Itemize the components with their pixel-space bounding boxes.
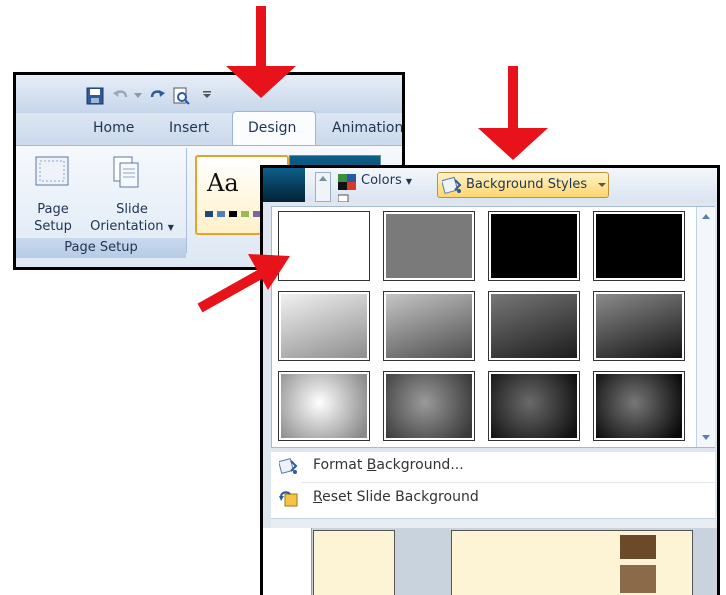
- paint-bucket-icon: [442, 176, 462, 194]
- colors-icon[interactable]: [338, 174, 356, 190]
- chevron-down-icon: [598, 183, 606, 187]
- background-style-swatch[interactable]: [488, 211, 580, 281]
- chevron-down-icon: ▼: [167, 223, 174, 232]
- tab-insert[interactable]: Insert: [169, 120, 209, 136]
- save-icon[interactable]: [86, 87, 104, 105]
- background-style-swatch[interactable]: [278, 371, 370, 441]
- colors-label: Colors: [361, 173, 402, 188]
- slide-thumbnail-main[interactable]: [451, 530, 693, 595]
- background-styles-panel: Colors ▼ Background Styles Format Backgr…: [260, 165, 720, 595]
- background-style-swatch[interactable]: [593, 211, 685, 281]
- colors-button[interactable]: Colors ▼: [361, 173, 412, 188]
- undo-icon[interactable]: [112, 87, 130, 105]
- background-style-swatch[interactable]: [383, 291, 475, 361]
- slide-image: [620, 565, 656, 593]
- page-setup-label-line2: Setup: [34, 219, 72, 234]
- tab-home[interactable]: Home: [93, 120, 134, 136]
- undo-dropdown-icon[interactable]: [134, 93, 142, 99]
- themes-scroll-button[interactable]: [315, 172, 331, 202]
- reset-slide-background-label: Reset Slide Background: [313, 489, 479, 505]
- format-background-icon: [279, 458, 298, 474]
- background-style-swatch[interactable]: [488, 291, 580, 361]
- reset-slide-background-item[interactable]: Reset Slide Background: [271, 484, 715, 512]
- background-style-swatch[interactable]: [593, 291, 685, 361]
- page-setup-icon[interactable]: [34, 155, 70, 187]
- menu-separator: [301, 482, 715, 483]
- redo-icon[interactable]: [148, 87, 166, 105]
- scroll-up-icon[interactable]: [702, 214, 710, 219]
- tab-design[interactable]: Design: [248, 120, 296, 136]
- background-styles-gallery: [271, 206, 715, 448]
- background-style-swatch[interactable]: [278, 211, 370, 281]
- print-preview-icon[interactable]: [172, 87, 190, 105]
- chevron-up-icon: [319, 176, 327, 181]
- theme-sample-text: Aa: [207, 169, 239, 197]
- slide-orientation-label-line2: Orientation ▼: [90, 219, 174, 234]
- customize-toolbar-icon[interactable]: [202, 89, 212, 99]
- swatch-grid: [272, 207, 696, 447]
- slide-orientation-button[interactable]: Slide Orientation ▼: [82, 201, 182, 236]
- reset-background-icon: [279, 491, 298, 507]
- background-style-swatch[interactable]: [278, 291, 370, 361]
- background-styles-button[interactable]: Background Styles: [437, 172, 609, 198]
- page-setup-button[interactable]: Page Setup: [26, 201, 80, 235]
- slide-thumbnail[interactable]: [313, 530, 395, 595]
- background-style-swatch[interactable]: [488, 371, 580, 441]
- gallery-scrollbar[interactable]: [696, 207, 715, 447]
- background-style-swatch[interactable]: [383, 371, 475, 441]
- background-style-swatch[interactable]: [383, 211, 475, 281]
- page-setup-group-label: Page Setup: [64, 240, 138, 255]
- background-style-swatch[interactable]: [593, 371, 685, 441]
- chevron-down-icon: ▼: [405, 177, 413, 186]
- theme-dark-partial[interactable]: [263, 168, 305, 202]
- background-styles-label: Background Styles: [466, 177, 588, 192]
- slide-image: [620, 535, 656, 559]
- arrow-down-background-styles: [478, 66, 548, 160]
- fonts-icon-partial: [338, 194, 349, 202]
- slides-area: [263, 528, 717, 595]
- page-setup-label-line1: Page: [37, 202, 69, 217]
- scroll-down-icon[interactable]: [702, 435, 710, 440]
- slide-list-strip: [263, 528, 312, 595]
- format-background-item[interactable]: Format Background...: [271, 452, 715, 480]
- format-background-label: Format Background...: [313, 457, 464, 473]
- background-menu: Format Background... Reset Slide Backgro…: [271, 452, 715, 518]
- slide-orientation-label-line1: Slide: [116, 202, 148, 217]
- tab-animation[interactable]: Animation: [332, 120, 402, 136]
- slide-orientation-icon[interactable]: [108, 155, 144, 191]
